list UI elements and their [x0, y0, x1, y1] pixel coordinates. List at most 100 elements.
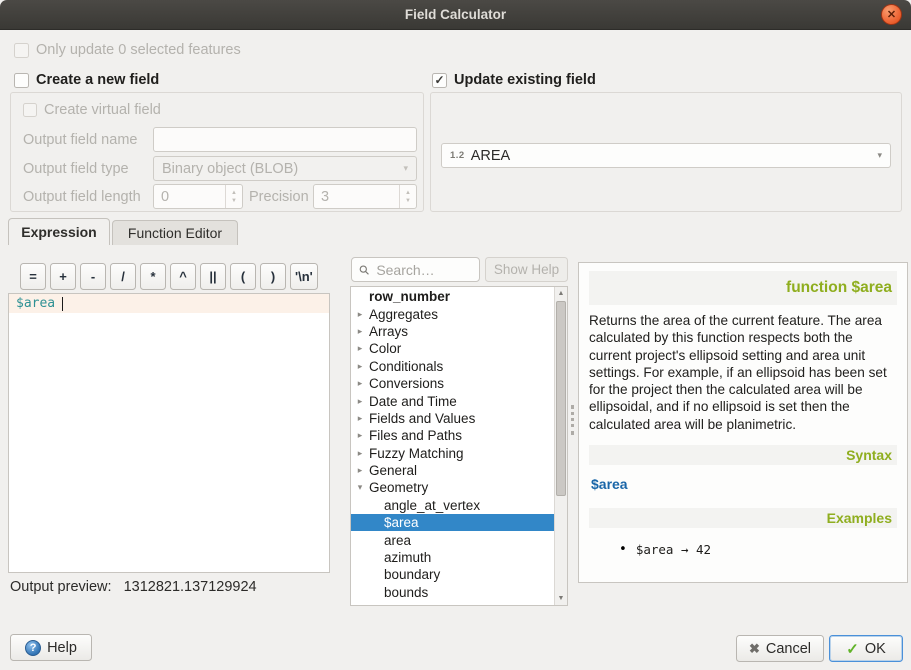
search-input[interactable]: [374, 261, 472, 279]
tree-item-row-number[interactable]: row_number: [351, 288, 554, 305]
output-preview: Output preview: 1312821.137129924: [10, 579, 257, 595]
op-newline-button[interactable]: '\n': [290, 263, 318, 290]
tree-item-fuzzy-matching[interactable]: ▸Fuzzy Matching: [351, 445, 554, 462]
field-length-value: 0: [154, 185, 225, 208]
field-type-value: Binary object (BLOB): [162, 161, 298, 177]
tree-item-aggregates[interactable]: ▸Aggregates: [351, 305, 554, 322]
op-close-paren-button[interactable]: ): [260, 263, 286, 290]
field-length-row: Output field length: [23, 184, 141, 209]
scroll-up-icon[interactable]: ▲: [555, 287, 567, 300]
ok-button[interactable]: ✓ OK: [829, 635, 903, 662]
chevron-right-icon: ▸: [351, 430, 369, 441]
function-search[interactable]: [351, 257, 480, 282]
precision-value: 3: [314, 185, 399, 208]
tab-expression[interactable]: Expression: [8, 218, 110, 245]
help-title: function $area: [589, 271, 897, 305]
chevron-right-icon: ▸: [351, 361, 369, 372]
field-name-label: Output field name: [23, 132, 137, 148]
expression-code: $area: [16, 296, 55, 311]
spinner-arrows[interactable]: ▲ ▼: [399, 185, 416, 208]
help-button[interactable]: ? Help: [10, 634, 92, 661]
checkmark-icon: ✓: [434, 74, 444, 86]
tab-function-editor-label: Function Editor: [128, 225, 222, 241]
update-existing-field-checkbox[interactable]: ✓: [432, 73, 447, 88]
spinner-arrows[interactable]: ▲ ▼: [225, 185, 242, 208]
chevron-down-icon: ▾: [403, 163, 408, 174]
tree-item-area-variable[interactable]: $area: [351, 514, 554, 531]
panel-splitter-handle[interactable]: [571, 405, 574, 435]
tree-item-conditionals[interactable]: ▸Conditionals: [351, 358, 554, 375]
help-syntax-code: $area: [591, 476, 895, 492]
close-button[interactable]: ✕: [881, 4, 902, 25]
field-name-row: Output field name: [23, 127, 137, 152]
field-select[interactable]: 1.2 AREA ▾: [441, 143, 891, 168]
update-existing-field-row: ✓ Update existing field: [432, 72, 596, 88]
expression-editor[interactable]: $area: [8, 293, 330, 573]
scroll-down-icon[interactable]: ▼: [555, 592, 567, 605]
update-field-groupbox: 1.2 AREA ▾: [430, 92, 902, 212]
tree-item-files-and-paths[interactable]: ▸Files and Paths: [351, 427, 554, 444]
help-example-item: • $area → 42: [619, 542, 897, 557]
precision-row: Precision: [249, 184, 309, 209]
field-name-input[interactable]: [153, 127, 417, 152]
tree-item-arrays[interactable]: ▸Arrays: [351, 323, 554, 340]
scrollbar-thumb[interactable]: [556, 301, 566, 496]
tree-item-azimuth[interactable]: azimuth: [351, 549, 554, 566]
tree-item-color[interactable]: ▸Color: [351, 340, 554, 357]
chevron-right-icon: ▸: [351, 396, 369, 407]
tree-item-angle-at-vertex[interactable]: angle_at_vertex: [351, 497, 554, 514]
virtual-field-checkbox[interactable]: [23, 103, 37, 117]
tree-item-fields-and-values[interactable]: ▸Fields and Values: [351, 410, 554, 427]
virtual-field-row: Create virtual field: [23, 102, 161, 118]
help-example-code: $area → 42: [636, 542, 711, 557]
field-type-select[interactable]: Binary object (BLOB) ▾: [153, 156, 417, 181]
spin-down-icon: ▼: [405, 198, 411, 204]
op-equals-button[interactable]: =: [20, 263, 46, 290]
chevron-down-icon: ▾: [877, 150, 882, 161]
window-title: Field Calculator: [0, 0, 911, 30]
cancel-x-icon: ✖: [749, 641, 760, 657]
op-minus-button[interactable]: -: [80, 263, 106, 290]
tree-item-geometry[interactable]: ▾Geometry: [351, 479, 554, 496]
op-open-paren-button[interactable]: (: [230, 263, 256, 290]
field-type-label: Output field type: [23, 161, 129, 177]
output-preview-label: Output preview:: [10, 579, 112, 595]
cancel-button[interactable]: ✖ Cancel: [736, 635, 824, 662]
tree-item-conversions[interactable]: ▸Conversions: [351, 375, 554, 392]
output-preview-value: 1312821.137129924: [124, 579, 257, 595]
precision-spinner[interactable]: 3 ▲ ▼: [313, 184, 417, 209]
close-icon: ✕: [887, 8, 896, 21]
tab-function-editor[interactable]: Function Editor: [112, 220, 238, 245]
only-update-checkbox[interactable]: [14, 43, 29, 58]
help-syntax-header: Syntax: [589, 445, 897, 465]
spin-up-icon: ▲: [231, 190, 237, 196]
op-multiply-button[interactable]: *: [140, 263, 166, 290]
tree-item-general[interactable]: ▸General: [351, 462, 554, 479]
op-plus-button[interactable]: +: [50, 263, 76, 290]
tree-item-boundary[interactable]: boundary: [351, 566, 554, 583]
show-help-button[interactable]: Show Help: [485, 257, 568, 282]
field-select-value: AREA: [471, 148, 511, 164]
tree-scrollbar[interactable]: ▲ ▼: [554, 287, 567, 605]
tree-item-bounds[interactable]: bounds: [351, 584, 554, 601]
field-length-spinner[interactable]: 0 ▲ ▼: [153, 184, 243, 209]
tree-item-area[interactable]: area: [351, 531, 554, 548]
titlebar[interactable]: Field Calculator ✕: [0, 0, 911, 30]
field-length-label: Output field length: [23, 189, 141, 205]
chevron-down-icon: ▾: [351, 482, 369, 493]
function-tree[interactable]: row_number ▸Aggregates ▸Arrays ▸Color ▸C…: [350, 286, 568, 606]
function-help-panel: function $area Returns the area of the c…: [578, 262, 908, 583]
update-existing-field-label: Update existing field: [454, 72, 596, 88]
chevron-right-icon: ▸: [351, 343, 369, 354]
op-divide-button[interactable]: /: [110, 263, 136, 290]
create-new-field-checkbox[interactable]: [14, 73, 29, 88]
help-icon: ?: [25, 640, 41, 656]
new-field-groupbox: Create virtual field Output field name O…: [10, 92, 424, 212]
tree-item-date-and-time[interactable]: ▸Date and Time: [351, 392, 554, 409]
chevron-right-icon: ▸: [351, 326, 369, 337]
field-type-row: Output field type: [23, 156, 129, 181]
op-concat-button[interactable]: ||: [200, 263, 226, 290]
op-power-button[interactable]: ^: [170, 263, 196, 290]
create-new-field-row: Create a new field: [14, 72, 159, 88]
chevron-right-icon: ▸: [351, 413, 369, 424]
